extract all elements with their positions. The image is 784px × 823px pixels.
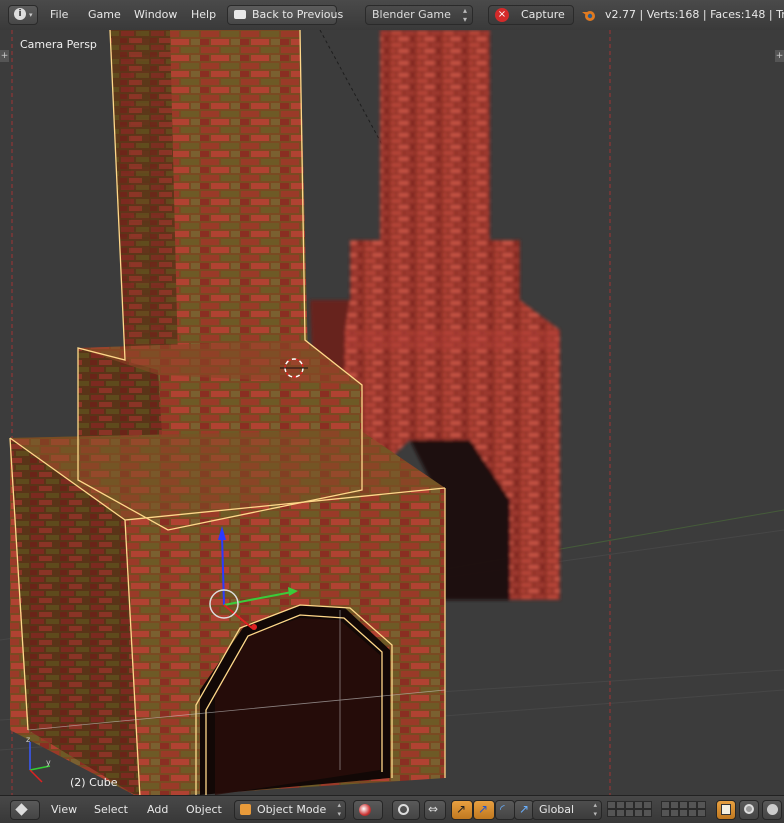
arc-icon: ◜ [500, 802, 505, 816]
engine-select-label: Blender Game [372, 8, 451, 21]
manipulator-toggle-button[interactable]: ⇔ [424, 800, 446, 820]
lock-camera-button[interactable] [716, 800, 736, 820]
menu-help[interactable]: Help [191, 0, 216, 30]
layer-button[interactable] [697, 809, 706, 817]
layer-button[interactable] [616, 801, 625, 809]
engine-select[interactable]: Blender Game ▴ ▾ [365, 5, 473, 25]
back-arrow-icon [234, 10, 246, 19]
rotate-icon: ↗ [478, 802, 489, 816]
menu-view[interactable]: View [51, 796, 77, 823]
info-icon: i [14, 8, 26, 20]
transform-tool-button[interactable]: ↗ [514, 800, 534, 820]
layer-button[interactable] [634, 801, 643, 809]
back-to-previous-button[interactable]: Back to Previous [227, 5, 343, 25]
menu-file[interactable]: File [50, 0, 68, 30]
capture-label: Capture [521, 8, 565, 21]
editor-type-button[interactable] [10, 800, 40, 820]
render-icon [744, 804, 754, 814]
layer-button[interactable] [643, 809, 652, 817]
3d-view-header: View Select Add Object Object Mode ▴ ▾ ⇔ … [0, 795, 784, 823]
layer-button[interactable] [625, 809, 634, 817]
menu-object[interactable]: Object [186, 796, 222, 823]
layer-button[interactable] [607, 809, 616, 817]
menu-window[interactable]: Window [134, 0, 177, 30]
translate-manipulator-button[interactable]: ↗ [451, 800, 473, 820]
scene-stats: v2.77 | Verts:168 | Faces:148 | Tris:3 [605, 8, 784, 21]
axis-z-label: z [26, 735, 31, 744]
3d-viewport[interactable]: + + Camera Persp (2) Cube z y [0, 30, 784, 795]
layer-button[interactable] [634, 809, 643, 817]
layer-button[interactable] [607, 801, 616, 809]
mode-select[interactable]: Object Mode ▴ ▾ [234, 800, 346, 820]
viewport-canvas [0, 30, 784, 795]
updown-arrows-icon: ▴ ▾ [593, 801, 597, 818]
layer-button[interactable] [670, 809, 679, 817]
layer-button[interactable] [670, 801, 679, 809]
layer-button[interactable] [688, 809, 697, 817]
arrow-icon: ↗ [519, 802, 530, 816]
rotate-manipulator-button[interactable]: ↗ [473, 800, 495, 820]
mode-label: Object Mode [257, 803, 327, 816]
axis-y-label: y [46, 758, 51, 767]
shading-sphere-icon [359, 804, 371, 816]
layer-button[interactable] [661, 801, 670, 809]
chevron-down-icon: ▾ [29, 11, 33, 19]
layer-buttons[interactable] [607, 796, 712, 823]
render-button[interactable] [739, 800, 759, 820]
view-name: Camera Persp [20, 38, 97, 51]
menu-game[interactable]: Game [88, 0, 121, 30]
layers-icon [721, 804, 731, 815]
menu-select[interactable]: Select [94, 796, 128, 823]
translate-icon: ↗ [456, 802, 467, 816]
layer-button[interactable] [688, 801, 697, 809]
pivot-icon [398, 804, 409, 815]
layer-button[interactable] [679, 809, 688, 817]
info-header: i ▾ File Game Window Help Back to Previo… [0, 0, 784, 31]
layer-button[interactable] [679, 801, 688, 809]
capture-button[interactable]: × Capture [488, 5, 574, 25]
orientation-label: Global [539, 803, 575, 816]
blender-logo-icon [582, 8, 596, 22]
layer-button[interactable] [625, 801, 634, 809]
lamp-line [319, 30, 386, 151]
region-toggle-right-icon[interactable]: + [775, 50, 784, 62]
layer-button[interactable] [661, 809, 670, 817]
layer-button[interactable] [697, 801, 706, 809]
region-toggle-left-icon[interactable]: + [0, 50, 9, 62]
updown-arrows-icon: ▴ ▾ [462, 6, 467, 24]
scale-manipulator-button[interactable]: ◜ [495, 800, 515, 820]
layer-button[interactable] [616, 809, 625, 817]
opengl-icon [767, 804, 778, 815]
back-to-previous-label: Back to Previous [252, 8, 344, 21]
manipulator-icon: ⇔ [428, 802, 439, 816]
close-icon: × [495, 8, 509, 22]
viewport-shading-button[interactable] [353, 800, 383, 820]
orientation-select[interactable]: Global ▴ ▾ [532, 800, 602, 820]
object-label: (2) Cube [70, 776, 118, 789]
pivot-point-button[interactable] [392, 800, 420, 820]
layer-button[interactable] [643, 801, 652, 809]
cube-icon [15, 803, 28, 816]
menu-add[interactable]: Add [147, 796, 168, 823]
updown-arrows-icon: ▴ ▾ [337, 801, 341, 818]
editor-type-button[interactable]: i ▾ [8, 5, 38, 25]
opengl-render-button[interactable] [762, 800, 782, 820]
object-mode-icon [240, 804, 251, 815]
